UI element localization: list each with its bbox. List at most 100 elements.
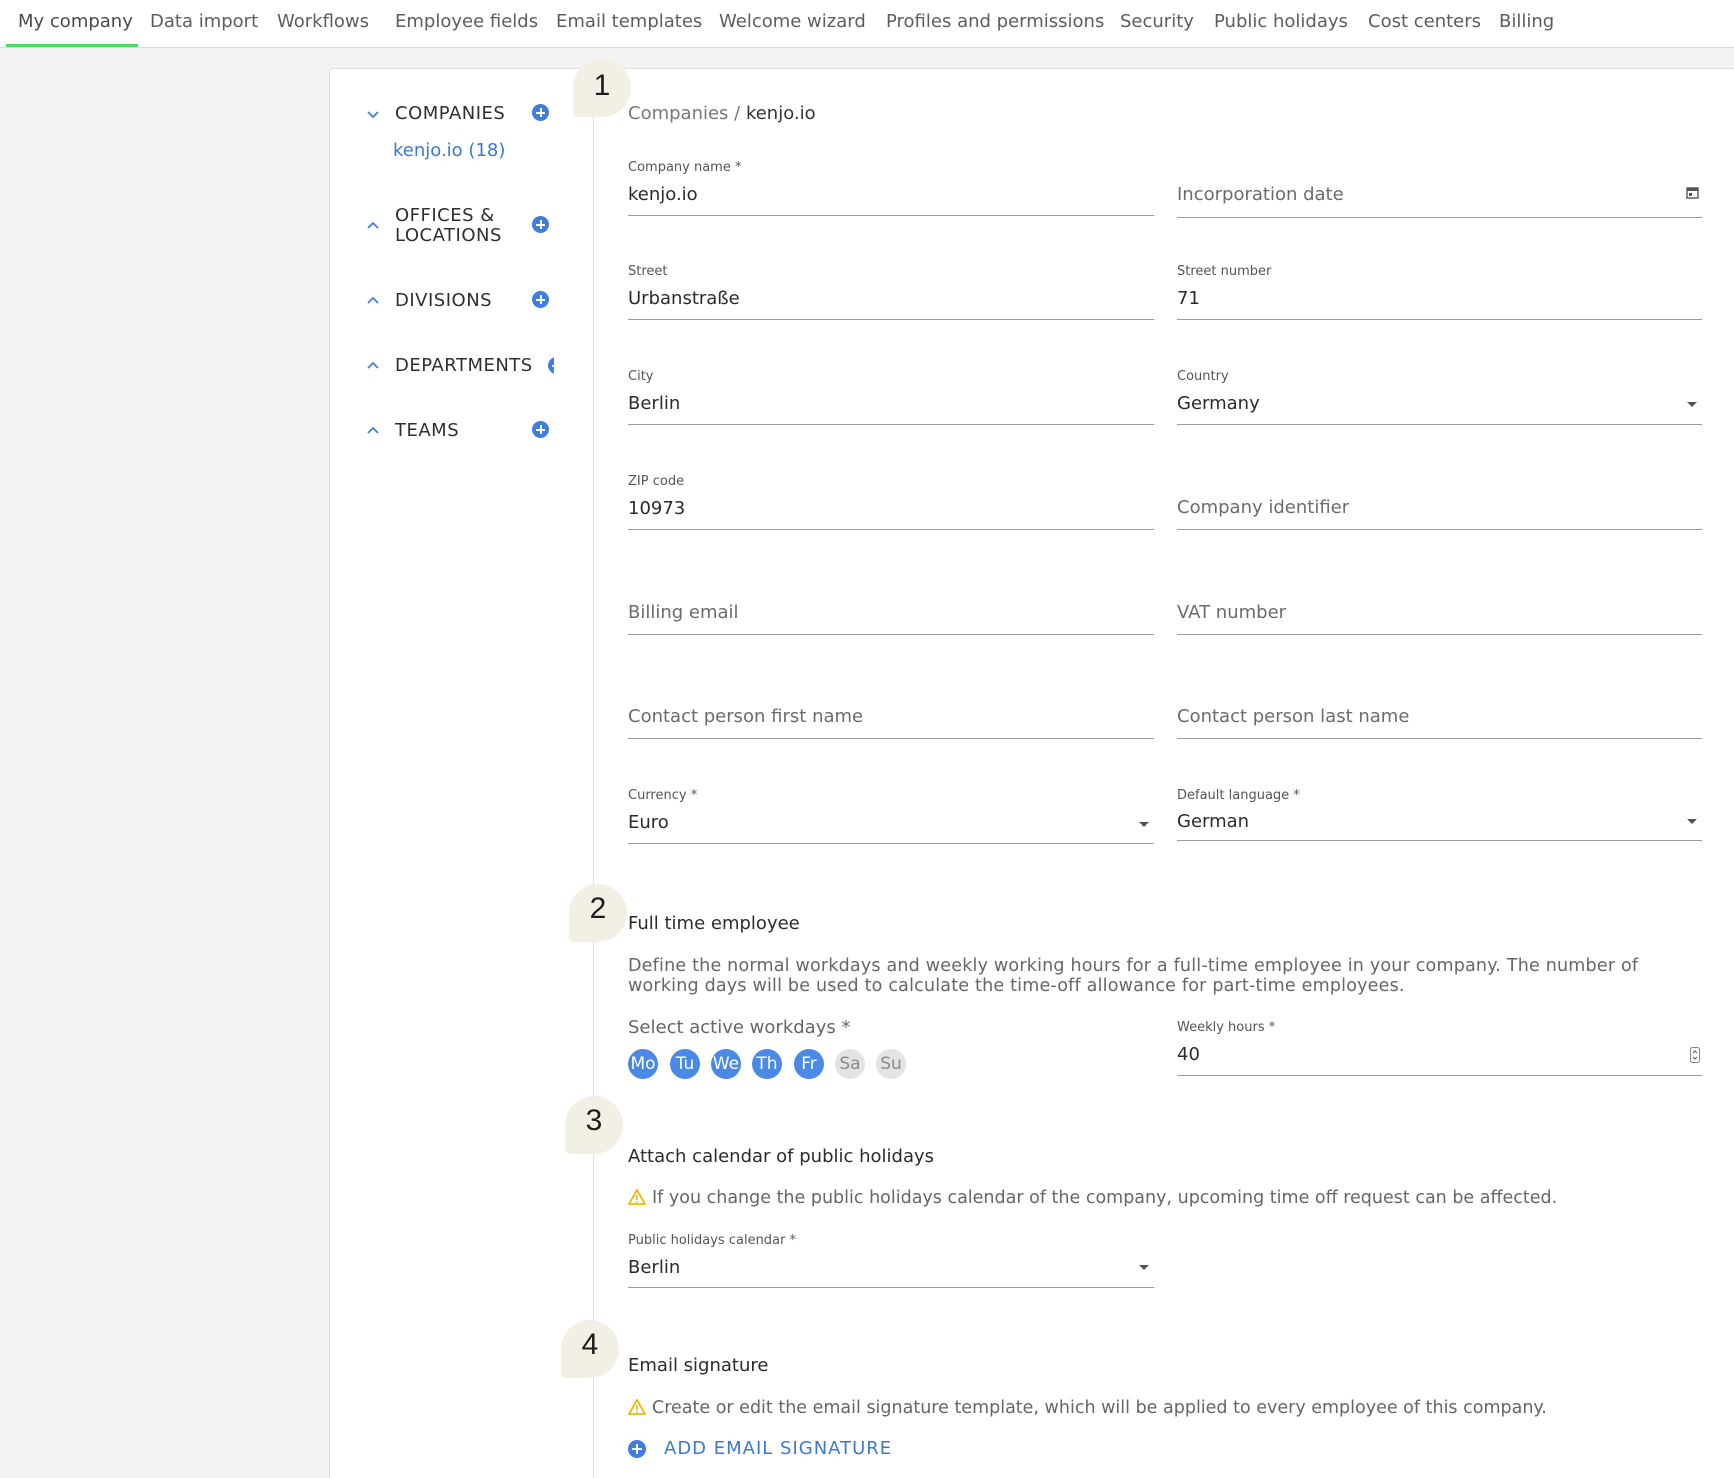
currency-select[interactable]: Euro [628, 812, 669, 833]
weekly-hours-input[interactable]: 40 [1177, 1044, 1200, 1065]
day-toggle-su[interactable]: Su [876, 1049, 906, 1079]
day-toggle-sa[interactable]: Sa [835, 1049, 865, 1079]
day-toggle-fr[interactable]: Fr [794, 1049, 824, 1079]
tab-data-import[interactable]: Data import [150, 11, 258, 32]
default-language-label: Default language * [1177, 788, 1300, 803]
street-label: Street [628, 264, 668, 279]
street-underline [628, 319, 1154, 320]
sidebar-section-teams[interactable]: TEAMS [395, 421, 459, 441]
contact-last-name-underline [1177, 738, 1702, 739]
add-division-button[interactable] [532, 291, 549, 308]
add-email-signature-label: ADD EMAIL SIGNATURE [664, 1438, 893, 1459]
tab-cost-centers[interactable]: Cost centers [1368, 11, 1481, 32]
city-underline [628, 424, 1154, 425]
holidays-section-title: Attach calendar of public holidays [628, 1146, 935, 1167]
company-identifier-input[interactable]: Company identifier [1177, 497, 1349, 518]
chevron-up-icon[interactable] [366, 218, 380, 232]
number-stepper-icon[interactable] [1690, 1047, 1700, 1063]
vat-number-underline [1177, 634, 1702, 635]
street-input[interactable]: Urbanstraße [628, 288, 740, 309]
add-department-button[interactable] [548, 357, 554, 374]
street-number-label: Street number [1177, 264, 1272, 279]
tab-welcome-wizard[interactable]: Welcome wizard [719, 11, 866, 32]
sidebar-section-departments[interactable]: DEPARTMENTS [395, 356, 533, 376]
holidays-calendar-label: Public holidays calendar * [628, 1233, 796, 1248]
country-select[interactable]: Germany [1177, 393, 1260, 414]
city-label: City [628, 369, 654, 384]
zip-underline [628, 529, 1154, 530]
chevron-down-icon[interactable] [366, 107, 380, 121]
zip-input[interactable]: 10973 [628, 498, 685, 519]
dropdown-arrow-icon[interactable] [1139, 822, 1149, 827]
tab-workflows[interactable]: Workflows [277, 11, 369, 32]
company-name-underline [628, 215, 1154, 216]
step-number: 3 [585, 1104, 603, 1137]
currency-underline [628, 843, 1154, 844]
city-input[interactable]: Berlin [628, 393, 680, 414]
tab-billing[interactable]: Billing [1499, 11, 1554, 32]
street-number-underline [1177, 319, 1702, 320]
tab-employee-fields[interactable]: Employee fields [395, 11, 538, 32]
vat-number-input[interactable]: VAT number [1177, 602, 1286, 623]
dropdown-arrow-icon[interactable] [1687, 402, 1697, 407]
holidays-warning-text: If you change the public holidays calend… [652, 1188, 1558, 1208]
holidays-calendar-underline [628, 1287, 1154, 1288]
fulltime-section-description: Define the normal workdays and weekly wo… [628, 956, 1639, 996]
add-office-button[interactable] [532, 216, 549, 233]
add-circle-icon [628, 1440, 646, 1458]
day-toggle-we[interactable]: We [711, 1049, 741, 1079]
incorporation-date-input[interactable]: Incorporation date [1177, 184, 1344, 205]
company-name-input[interactable]: kenjo.io [628, 184, 698, 205]
contact-last-name-input[interactable]: Contact person last name [1177, 706, 1409, 727]
day-toggle-tu[interactable]: Tu [670, 1049, 700, 1079]
signature-warning: Create or edit the email signature templ… [628, 1398, 1547, 1418]
company-settings-card [329, 68, 1734, 1478]
holidays-calendar-select[interactable]: Berlin [628, 1257, 680, 1278]
default-language-underline [1177, 840, 1702, 841]
contact-first-name-underline [628, 738, 1154, 739]
breadcrumb: Companies / kenjo.io [628, 103, 816, 124]
workdays-label: Select active workdays * [628, 1017, 851, 1038]
breadcrumb-root[interactable]: Companies [628, 103, 728, 124]
calendar-icon[interactable] [1686, 186, 1699, 199]
top-navigation: My company Data import Workflows Employe… [0, 0, 1734, 48]
add-team-button[interactable] [532, 421, 549, 438]
zip-label: ZIP code [628, 474, 685, 489]
dropdown-arrow-icon[interactable] [1139, 1265, 1149, 1270]
tab-profiles-permissions[interactable]: Profiles and permissions [886, 11, 1104, 32]
tab-public-holidays[interactable]: Public holidays [1214, 11, 1348, 32]
billing-email-input[interactable]: Billing email [628, 602, 739, 623]
step-number: 4 [581, 1328, 599, 1361]
default-language-select[interactable]: German [1177, 811, 1249, 832]
tab-email-templates[interactable]: Email templates [556, 11, 702, 32]
chevron-up-icon[interactable] [366, 423, 380, 437]
country-underline [1177, 424, 1702, 425]
chevron-up-icon[interactable] [366, 358, 380, 372]
tab-my-company[interactable]: My company [18, 11, 133, 32]
currency-label: Currency * [628, 788, 698, 803]
incorporation-date-underline [1177, 217, 1702, 218]
sidebar-section-divisions[interactable]: DIVISIONS [395, 291, 492, 311]
fulltime-section-title: Full time employee [628, 913, 800, 934]
street-number-input[interactable]: 71 [1177, 288, 1200, 309]
add-company-button[interactable] [532, 104, 549, 121]
breadcrumb-separator: / [728, 103, 746, 124]
signature-section-title: Email signature [628, 1355, 769, 1376]
step-number: 2 [589, 892, 607, 925]
company-identifier-underline [1177, 529, 1702, 530]
sidebar-section-companies[interactable]: COMPANIES [395, 104, 505, 124]
day-toggle-th[interactable]: Th [752, 1049, 782, 1079]
chevron-up-icon[interactable] [366, 293, 380, 307]
billing-email-underline [628, 634, 1154, 635]
sidebar-company-kenjo[interactable]: kenjo.io (18) [393, 140, 505, 161]
warning-icon [628, 1189, 646, 1205]
signature-warning-text: Create or edit the email signature templ… [652, 1398, 1547, 1418]
day-toggle-mo[interactable]: Mo [628, 1049, 658, 1079]
tab-security[interactable]: Security [1120, 11, 1194, 32]
sidebar-section-offices[interactable]: OFFICES & [395, 206, 495, 226]
dropdown-arrow-icon[interactable] [1687, 819, 1697, 824]
weekly-hours-underline [1177, 1075, 1702, 1076]
company-name-label: Company name * [628, 160, 742, 175]
contact-first-name-input[interactable]: Contact person first name [628, 706, 863, 727]
sidebar-section-offices-line2[interactable]: LOCATIONS [395, 226, 502, 246]
